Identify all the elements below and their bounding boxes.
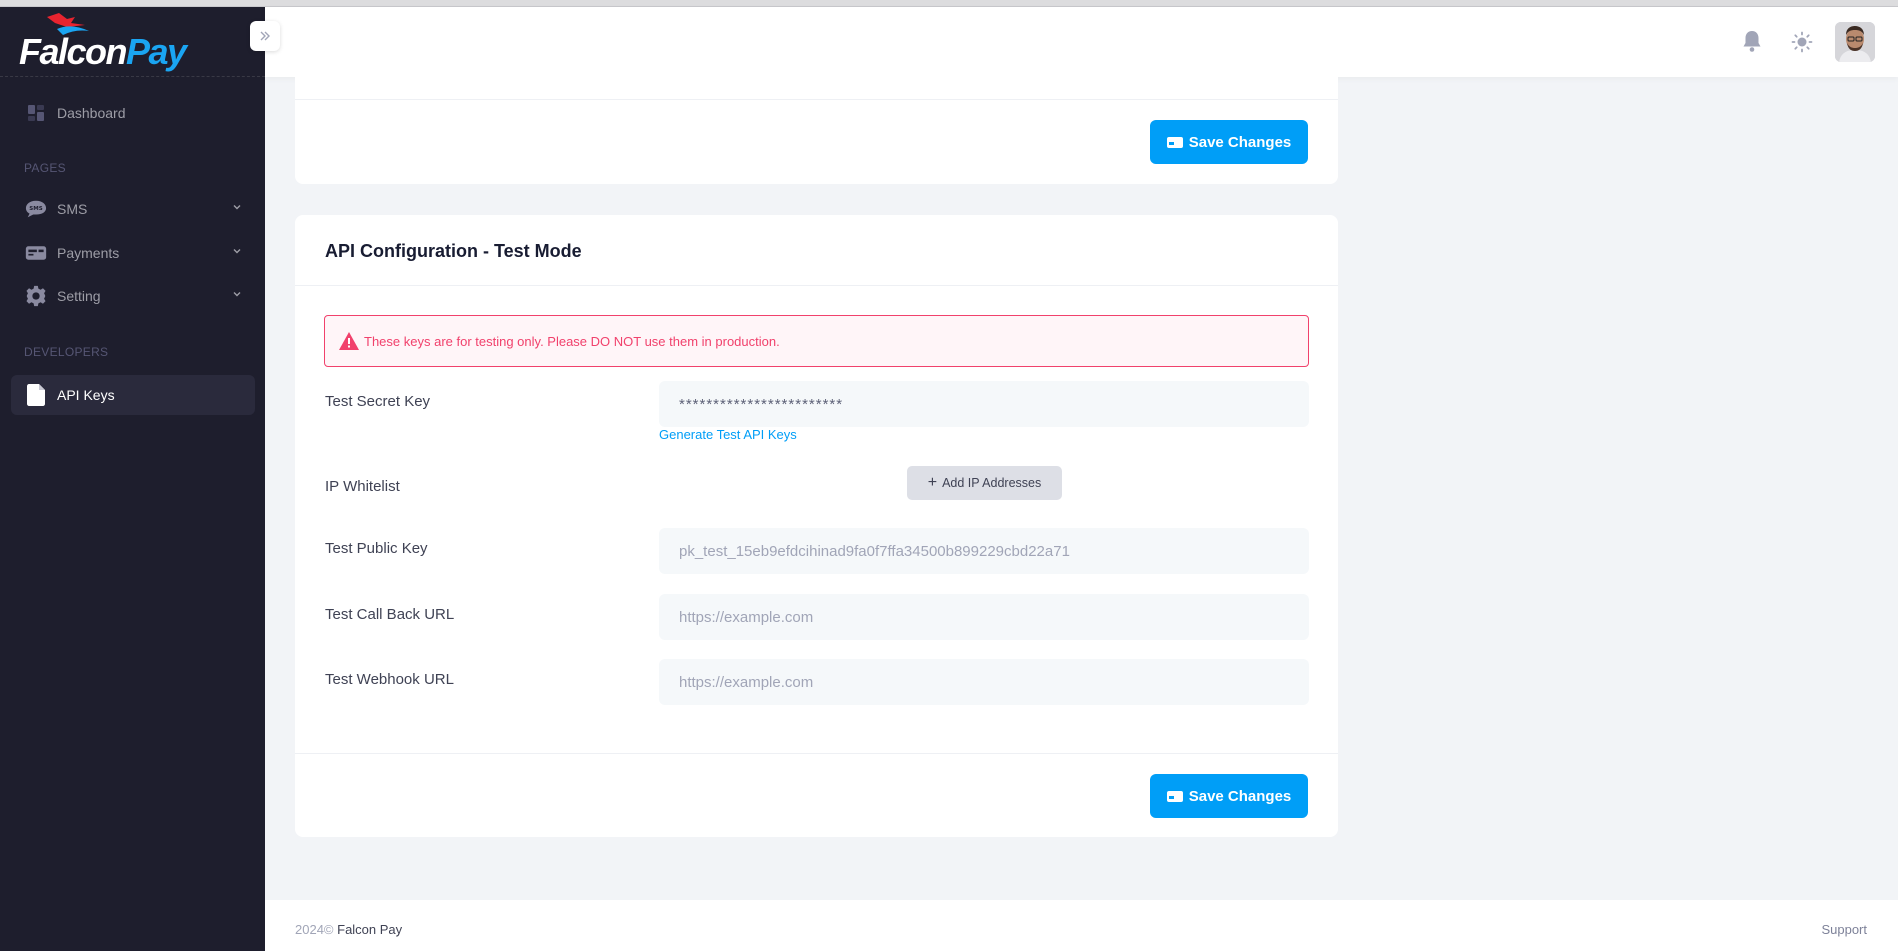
sidebar: FalconPay Dashboard PAGES SMS SMS Paymen…: [0, 7, 265, 951]
card-icon: [1166, 790, 1183, 802]
support-link[interactable]: Support: [1821, 922, 1867, 937]
sms-icon: SMS: [25, 198, 47, 220]
card-divider: [295, 285, 1338, 286]
api-config-card: API Configuration - Test Mode These keys…: [295, 215, 1338, 837]
payment-card-icon: [25, 242, 47, 264]
sidebar-item-label: Dashboard: [57, 105, 126, 121]
save-changes-button[interactable]: Save Changes: [1150, 120, 1308, 164]
save-changes-label: Save Changes: [1188, 787, 1292, 805]
dashboard-icon: [25, 102, 47, 124]
user-avatar[interactable]: [1835, 22, 1875, 62]
test-mode-alert: These keys are for testing only. Please …: [324, 315, 1309, 367]
sidebar-item-label: SMS: [57, 201, 88, 217]
sidebar-item-setting[interactable]: Setting: [11, 276, 255, 316]
sidebar-item-payments[interactable]: Payments: [11, 233, 255, 273]
chevron-down-icon[interactable]: [231, 245, 243, 257]
save-changes-button[interactable]: Save Changes: [1150, 774, 1308, 818]
footer-company-link[interactable]: Falcon Pay: [337, 922, 402, 937]
chevron-down-icon[interactable]: [231, 201, 243, 213]
double-chevron-right-icon: [260, 31, 270, 41]
test-callback-url-input[interactable]: https://example.com: [659, 594, 1309, 640]
sidebar-item-label: Payments: [57, 245, 120, 261]
gear-icon: [25, 285, 47, 307]
sidebar-toggle-button[interactable]: [250, 21, 280, 51]
browser-top-edge: [0, 0, 1898, 7]
brand-logo[interactable]: FalconPay: [0, 7, 265, 77]
sidebar-item-dashboard[interactable]: Dashboard: [11, 93, 255, 133]
plus-icon: +: [927, 474, 938, 491]
document-icon: [25, 384, 47, 406]
sidebar-item-sms[interactable]: SMS SMS: [11, 189, 255, 229]
sun-icon[interactable]: [1791, 31, 1813, 53]
card-icon: [1166, 136, 1183, 148]
card-divider: [295, 753, 1338, 754]
sidebar-item-label: Setting: [57, 288, 101, 304]
test-webhook-url-label: Test Webhook URL: [325, 671, 454, 688]
test-webhook-url-input[interactable]: https://example.com: [659, 659, 1309, 705]
test-secret-key-field[interactable]: ************************: [659, 381, 1309, 427]
test-public-key-field[interactable]: pk_test_15eb9efdcihinad9fa0f7ffa34500b89…: [659, 528, 1309, 574]
brand-name: FalconPay: [19, 31, 187, 72]
alert-text: These keys are for testing only. Please …: [364, 333, 780, 349]
save-changes-label: Save Changes: [1188, 133, 1292, 151]
sidebar-item-api-keys[interactable]: API Keys: [11, 375, 255, 415]
sidebar-item-label: API Keys: [57, 387, 115, 403]
ip-whitelist-label: IP Whitelist: [325, 478, 400, 495]
section-label-developers: DEVELOPERS: [24, 345, 109, 359]
footer-copyright: 2024© Falcon Pay: [295, 922, 402, 937]
card-title: API Configuration - Test Mode: [325, 241, 582, 261]
footer-year: 2024©: [295, 922, 334, 937]
card-divider: [295, 99, 1338, 100]
test-public-key-label: Test Public Key: [325, 540, 428, 557]
test-callback-url-label: Test Call Back URL: [325, 606, 455, 623]
svg-text:SMS: SMS: [29, 206, 42, 212]
top-header: [265, 7, 1898, 77]
section-label-pages: PAGES: [24, 161, 66, 175]
previous-settings-card: Save Changes: [295, 77, 1338, 184]
chevron-down-icon[interactable]: [231, 288, 243, 300]
bell-icon[interactable]: [1741, 29, 1763, 53]
test-secret-key-label: Test Secret Key: [325, 393, 431, 410]
generate-test-api-keys-link[interactable]: Generate Test API Keys: [659, 427, 797, 442]
add-ip-label: Add IP Addresses: [942, 476, 1042, 490]
page-footer: 2024© Falcon Pay Support: [265, 900, 1898, 951]
warning-icon: [339, 332, 359, 350]
add-ip-addresses-button[interactable]: + Add IP Addresses: [907, 466, 1062, 500]
